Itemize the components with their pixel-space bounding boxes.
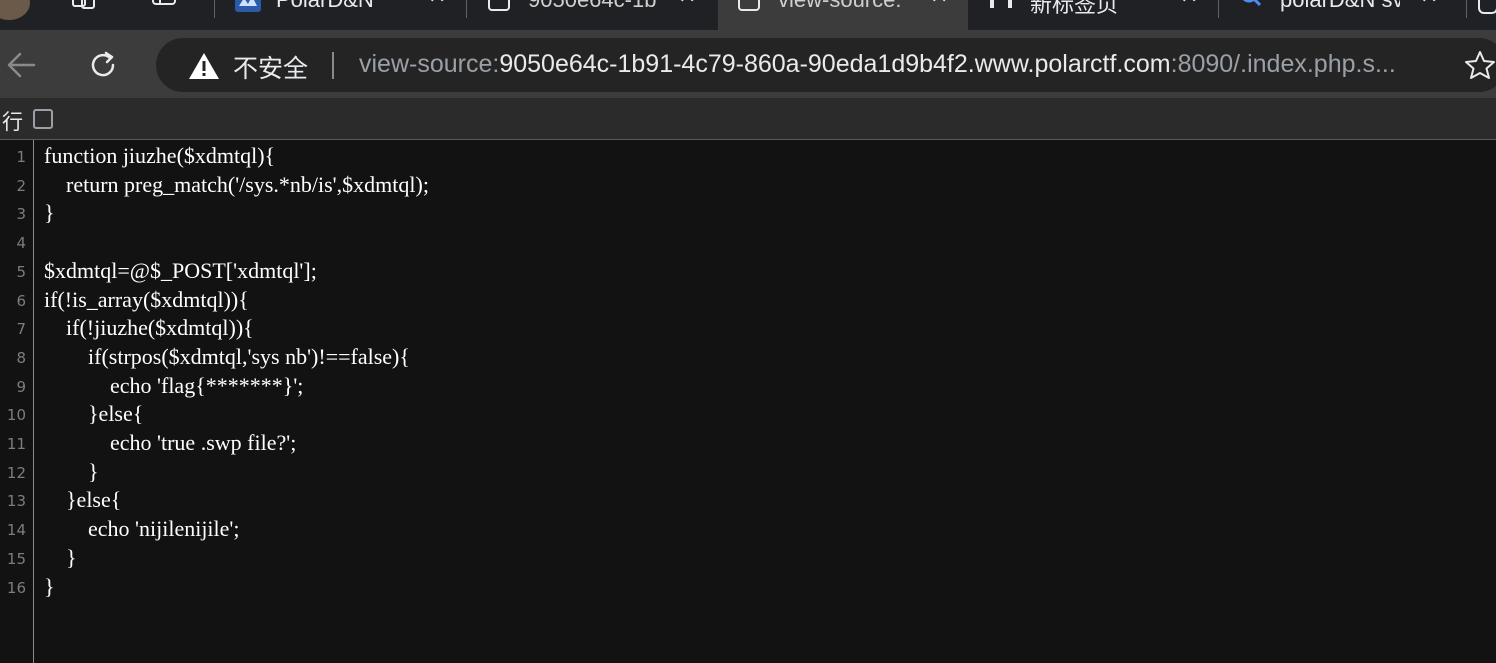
tab-title: 新标签页 <box>1030 0 1119 17</box>
tab-9050e64c[interactable]: 9050e64c-1b ✕ <box>468 0 716 30</box>
not-secure-warning-icon[interactable] <box>188 52 220 84</box>
line-number: 13 <box>6 492 26 511</box>
tab-polardn-search[interactable]: polarD&N sv ✕ <box>1220 0 1466 30</box>
page-icon <box>736 0 762 19</box>
close-tab-icon[interactable]: ✕ <box>678 0 696 9</box>
url-host: 9050e64c-1b91-4c79-860a-90eda1d9b4f2.www… <box>499 50 1171 78</box>
source-line: 3} <box>0 199 1496 228</box>
tab-overflow-icon[interactable] <box>1478 0 1496 14</box>
source-line: 14 echo 'nijilenijile'; <box>0 515 1496 544</box>
line-number: 3 <box>16 205 26 224</box>
line-code: } <box>44 200 55 226</box>
line-number: 5 <box>16 262 26 281</box>
tab-separator <box>1218 0 1219 18</box>
profile-avatar[interactable] <box>0 0 30 20</box>
line-code: echo 'flag{*******}'; <box>44 372 304 398</box>
source-line: 4 <box>0 228 1496 257</box>
line-code: if(!jiuzhe($xdmtql)){ <box>44 315 254 341</box>
source-line: 6 if(!is_array($xdmtql)){ <box>0 286 1496 315</box>
workspaces-icon[interactable] <box>70 0 100 16</box>
tab-separator <box>466 0 467 18</box>
url-scheme: view-source: <box>359 50 500 78</box>
source-line: 15 } <box>0 544 1496 573</box>
source-line: 5 $xdmtql=@$_POST['xdmtql']; <box>0 257 1496 286</box>
source-line: 7 if(!jiuzhe($xdmtql)){ <box>0 314 1496 343</box>
tab-actions-icon[interactable] <box>150 0 180 16</box>
line-number: 16 <box>6 578 26 597</box>
page-icon <box>486 0 512 19</box>
line-number: 1 <box>16 148 26 166</box>
line-number: 14 <box>6 521 26 540</box>
line-number: 12 <box>6 463 26 482</box>
line-number: 11 <box>6 435 26 453</box>
back-button[interactable] <box>2 46 40 84</box>
line-code: } <box>44 544 77 570</box>
line-code: $xdmtql=@$_POST['xdmtql']; <box>44 257 317 283</box>
url-path: :8090/.index.php.s... <box>1170 50 1396 78</box>
back-arrow-icon <box>7 52 36 78</box>
tab-new-tab[interactable]: 新标签页 ✕ <box>970 0 1218 30</box>
close-tab-icon[interactable]: ✕ <box>930 0 948 9</box>
source-line: 2 return preg_match('/sys.*nb/is',$xdmtq… <box>0 171 1496 200</box>
source-line: 1 function jiuzhe($xdmtql){ <box>0 142 1496 171</box>
reload-button[interactable] <box>84 46 122 84</box>
line-code: }else{ <box>44 487 122 513</box>
security-status-label[interactable]: 不安全 <box>233 49 308 85</box>
line-number: 8 <box>16 348 26 367</box>
tab-strip: PolarD&N ✕ 9050e64c-1b ✕ view-source: ✕ … <box>0 0 1496 30</box>
source-line: 9 echo 'flag{*******}'; <box>0 372 1496 401</box>
bookmark-star-icon[interactable] <box>1464 50 1496 84</box>
url-text[interactable]: view-source:9050e64c-1b91-4c79-860a-90ed… <box>359 50 1396 79</box>
line-number: 6 <box>16 291 26 310</box>
line-code: return preg_match('/sys.*nb/is',$xdmtql)… <box>44 171 429 197</box>
line-wrap-checkbox[interactable] <box>33 109 53 129</box>
tab-polardn[interactable]: PolarD&N ✕ <box>216 0 466 30</box>
tab-title: polarD&N sv <box>1280 0 1400 13</box>
tab-title: 9050e64c-1b <box>528 0 658 13</box>
line-code: echo 'nijilenijile'; <box>44 516 240 542</box>
reload-icon <box>91 51 115 77</box>
close-tab-icon[interactable]: ✕ <box>428 0 446 9</box>
tab-view-source[interactable]: view-source: ✕ <box>718 0 968 30</box>
browser-toolbar: 不安全 view-source:9050e64c-1b91-4c79-860a-… <box>0 30 1496 98</box>
line-wrap-label: 行 <box>2 110 23 134</box>
line-code: }else{ <box>44 401 144 427</box>
tab-separator <box>214 0 215 18</box>
omnibox-divider <box>332 52 334 79</box>
source-line: 16} <box>0 573 1496 602</box>
source-line: 11 echo 'true .swp file?'; <box>0 429 1496 458</box>
line-number: 15 <box>6 549 26 568</box>
line-code: } <box>44 458 99 484</box>
address-bar[interactable]: 不安全 view-source:9050e64c-1b91-4c79-860a-… <box>156 38 1496 92</box>
line-code: if(!is_array($xdmtql)){ <box>44 286 249 312</box>
line-number: 2 <box>16 176 26 195</box>
tab-title: PolarD&N <box>276 0 416 13</box>
tab-separator <box>1466 0 1467 18</box>
line-code: function jiuzhe($xdmtql){ <box>44 143 276 168</box>
line-code: } <box>44 573 55 599</box>
source-line: 8 if(strpos($xdmtql,'sys nb')!==false){ <box>0 343 1496 372</box>
close-tab-icon[interactable]: ✕ <box>1180 0 1198 9</box>
search-icon <box>1238 0 1264 19</box>
line-wrap-bar: 行 <box>0 98 1496 140</box>
new-tab-favicon-icon <box>988 0 1014 19</box>
source-line: 13 }else{ <box>0 486 1496 515</box>
line-number: 7 <box>16 320 26 339</box>
line-code: echo 'true .swp file?'; <box>44 430 297 455</box>
source-line: 12 } <box>0 458 1496 487</box>
line-number: 10 <box>6 406 26 425</box>
tab-title: view-source: <box>778 0 908 13</box>
close-tab-icon[interactable]: ✕ <box>1420 0 1438 9</box>
site-favicon-icon <box>234 0 262 19</box>
line-number: 4 <box>16 234 26 253</box>
line-number: 9 <box>16 377 26 396</box>
source-line: 10 }else{ <box>0 400 1496 429</box>
line-code: if(strpos($xdmtql,'sys nb')!==false){ <box>44 343 410 369</box>
source-view: 1 function jiuzhe($xdmtql){ 2 return preg_… <box>0 140 1496 663</box>
